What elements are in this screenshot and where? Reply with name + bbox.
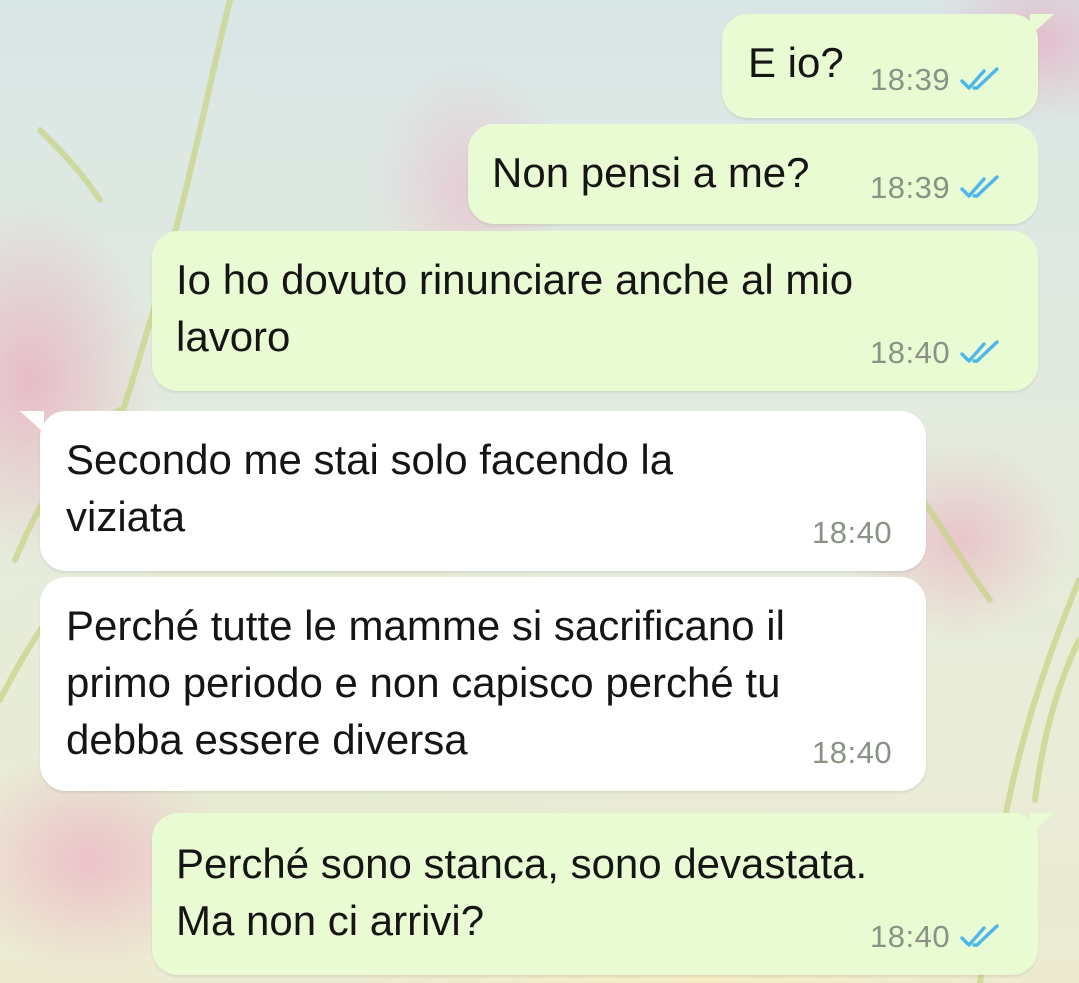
message-text: Perché tutte le mamme si sacrificano il … xyxy=(66,597,785,768)
message-text: E io? xyxy=(748,34,844,91)
message-bubble-incoming[interactable]: Perché tutte le mamme si sacrificano il … xyxy=(40,577,926,791)
message-line: E io? xyxy=(748,39,844,86)
message-line: lavoro xyxy=(176,313,291,360)
message-timestamp: 18:40 xyxy=(812,735,893,770)
bubble-tail-outgoing xyxy=(1030,813,1054,835)
message-timestamp: 18:39 xyxy=(870,170,951,205)
message-timestamp: 18:40 xyxy=(870,335,951,370)
bubble-tail-outgoing xyxy=(1030,14,1054,36)
message-meta: 18:39 xyxy=(870,62,1000,98)
message-meta: 18:39 xyxy=(870,170,1000,206)
chat-message-list[interactable]: E io? 18:39 Non pensi a me? 18:39 Io ho … xyxy=(0,0,1079,983)
message-line: Secondo me stai solo facendo la xyxy=(66,436,674,483)
message-line: viziata xyxy=(66,493,186,540)
message-line: Ma non ci arrivi? xyxy=(176,897,485,944)
double-check-icon xyxy=(960,67,999,90)
message-line: primo periodo e non capisco perché tu xyxy=(66,659,781,706)
message-timestamp: 18:40 xyxy=(870,919,951,954)
message-timestamp: 18:39 xyxy=(870,62,951,97)
message-bubble-outgoing[interactable]: Non pensi a me? 18:39 xyxy=(468,124,1038,224)
message-bubble-outgoing[interactable]: Io ho dovuto rinunciare anche al mio lav… xyxy=(152,231,1038,391)
message-line: Perché tutte le mamme si sacrificano il xyxy=(66,602,785,649)
message-line: debba essere diversa xyxy=(66,716,468,763)
message-meta: 18:40 xyxy=(812,735,892,771)
message-meta: 18:40 xyxy=(870,919,1000,955)
message-text: Perché sono stanca, sono devastata. Ma n… xyxy=(176,835,867,949)
message-bubble-outgoing[interactable]: Perché sono stanca, sono devastata. Ma n… xyxy=(152,813,1038,975)
message-timestamp: 18:40 xyxy=(812,515,893,550)
bubble-tail-incoming xyxy=(20,411,44,433)
double-check-icon xyxy=(960,175,999,198)
message-line: Io ho dovuto rinunciare anche al mio xyxy=(176,256,854,303)
double-check-icon xyxy=(960,340,999,363)
message-text: Io ho dovuto rinunciare anche al mio lav… xyxy=(176,251,853,365)
message-text: Non pensi a me? xyxy=(492,144,810,201)
message-line: Non pensi a me? xyxy=(492,149,810,196)
message-meta: 18:40 xyxy=(870,335,1000,371)
double-check-icon xyxy=(960,924,999,947)
message-bubble-incoming[interactable]: Secondo me stai solo facendo la viziata … xyxy=(40,411,926,571)
message-meta: 18:40 xyxy=(812,515,892,551)
message-bubble-outgoing[interactable]: E io? 18:39 xyxy=(722,14,1038,118)
message-line: Perché sono stanca, sono devastata. xyxy=(176,840,868,887)
message-text: Secondo me stai solo facendo la viziata xyxy=(66,431,673,545)
